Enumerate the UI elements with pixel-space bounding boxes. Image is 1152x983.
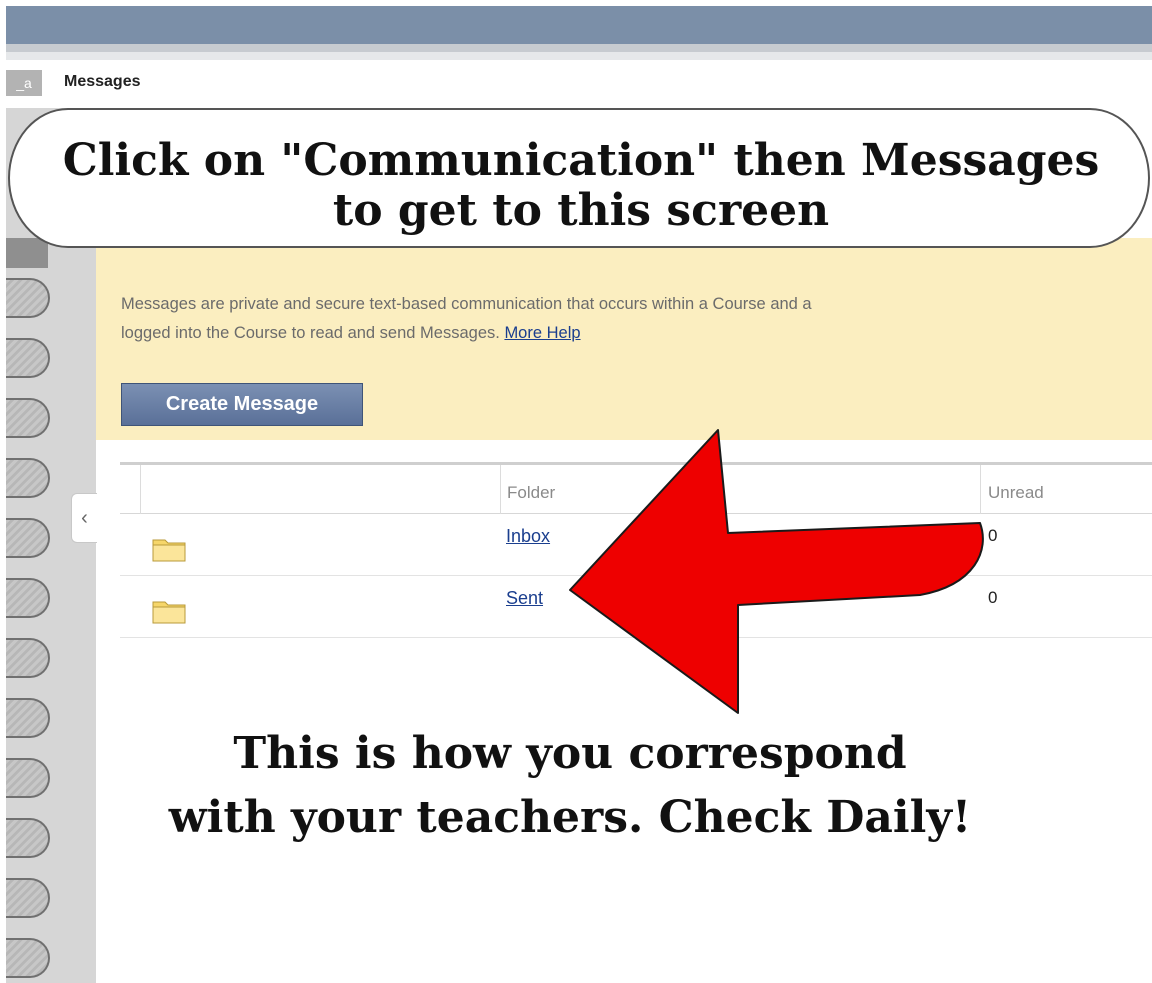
caption-line-1: This is how you correspond bbox=[233, 728, 907, 779]
caption-line-2: with your teachers. Check Daily! bbox=[168, 792, 972, 843]
collapse-menu-button[interactable]: ‹ bbox=[71, 493, 97, 543]
top-bar-fill bbox=[6, 6, 1152, 44]
column-divider bbox=[140, 465, 141, 514]
binder-coil bbox=[6, 338, 50, 378]
top-bar bbox=[0, 0, 1152, 44]
sent-link[interactable]: Sent bbox=[506, 588, 543, 609]
messages-info-panel: Messages are private and secure text-bas… bbox=[96, 238, 1152, 440]
info-line-2: logged into the Course to read and send … bbox=[121, 324, 500, 342]
binder-coil bbox=[6, 518, 50, 558]
binder-coil bbox=[6, 638, 50, 678]
info-text: Messages are private and secure text-bas… bbox=[121, 290, 1152, 348]
binder-coil bbox=[6, 458, 50, 498]
more-help-link[interactable]: More Help bbox=[504, 324, 580, 342]
column-divider bbox=[500, 465, 501, 514]
header-strip bbox=[6, 44, 1152, 52]
binder-coil bbox=[6, 758, 50, 798]
binder-coil bbox=[6, 878, 50, 918]
callout-line-1: Click on "Communication" then Messages bbox=[62, 135, 1100, 186]
course-tab[interactable]: _a bbox=[6, 70, 42, 96]
arrow-shape bbox=[569, 429, 984, 714]
header-strip-light bbox=[6, 52, 1152, 60]
callout-line-2: to get to this screen bbox=[332, 185, 830, 236]
rail-highlight bbox=[6, 238, 48, 268]
binder-coil bbox=[6, 698, 50, 738]
callout-bubble: Click on "Communication" then Messages t… bbox=[8, 108, 1150, 248]
inbox-link[interactable]: Inbox bbox=[506, 526, 550, 547]
info-line-1: Messages are private and secure text-bas… bbox=[121, 295, 812, 313]
red-arrow-annotation bbox=[569, 429, 984, 714]
folder-icon bbox=[152, 601, 186, 624]
binder-coil bbox=[6, 278, 50, 318]
chevron-left-icon: ‹ bbox=[81, 507, 88, 529]
column-header-folder[interactable]: Folder bbox=[507, 483, 555, 503]
binder-coil bbox=[6, 818, 50, 858]
page-header: _a Messages bbox=[0, 60, 1152, 108]
page-title: Messages bbox=[64, 73, 141, 90]
folder-icon bbox=[152, 539, 186, 562]
binder-coil bbox=[6, 938, 50, 978]
create-message-button[interactable]: Create Message bbox=[121, 383, 363, 426]
binder-coil bbox=[6, 398, 50, 438]
binder-coil bbox=[6, 578, 50, 618]
